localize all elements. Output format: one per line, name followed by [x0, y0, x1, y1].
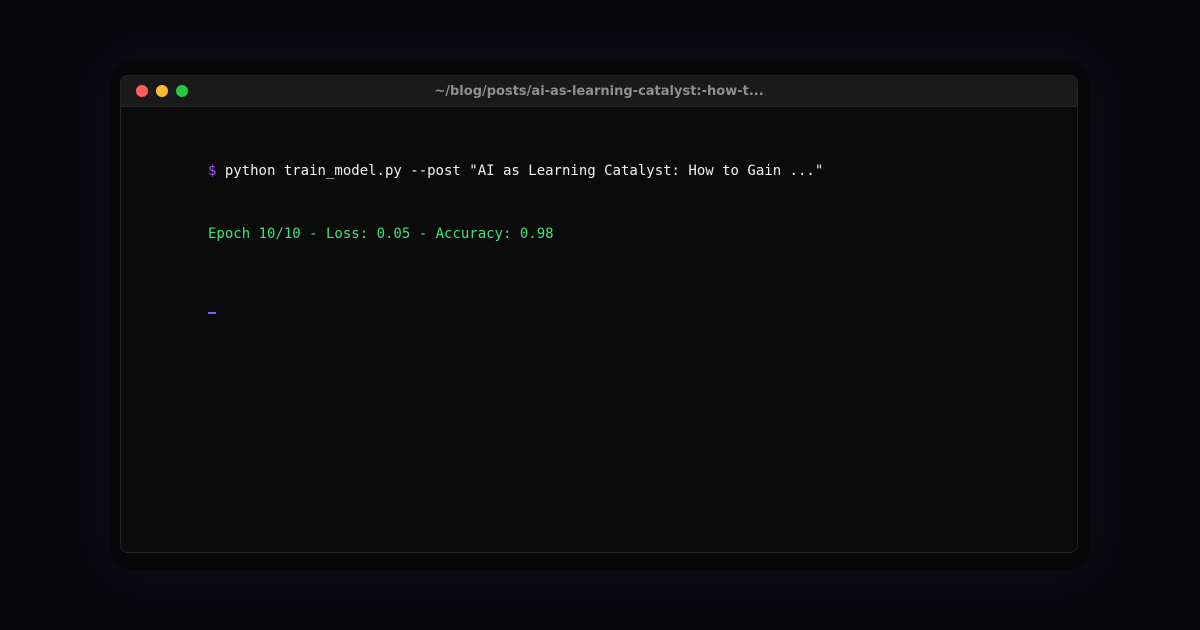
terminal-window: ~/blog/posts/ai-as-learning-catalyst:-ho… — [120, 75, 1078, 553]
terminal-output-area[interactable]: $ python train_model.py --post "AI as Lea… — [208, 164, 1037, 314]
window-titlebar[interactable]: ~/blog/posts/ai-as-learning-catalyst:-ho… — [121, 76, 1077, 107]
terminal-cursor — [208, 312, 216, 314]
command-line: $ python train_model.py --post "AI as Lea… — [208, 164, 1037, 182]
cursor-line — [208, 293, 1037, 314]
training-output-line: Epoch 10/10 - Loss: 0.05 - Accuracy: 0.9… — [208, 226, 554, 242]
command-text: python train_model.py --post "AI as Lear… — [224, 163, 824, 179]
window-title: ~/blog/posts/ai-as-learning-catalyst:-ho… — [434, 84, 764, 99]
prompt-symbol: $ — [208, 163, 217, 179]
